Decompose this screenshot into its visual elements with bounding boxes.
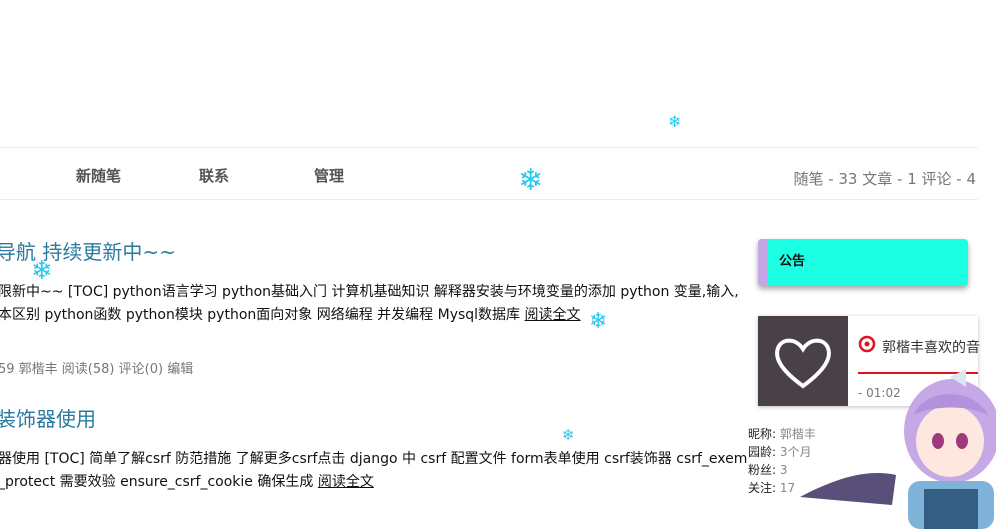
post-title-1[interactable]: 导航 持续更新中~~: [0, 236, 176, 265]
nav-admin[interactable]: 管理: [314, 165, 344, 186]
profile-value: 17: [779, 481, 796, 495]
post-summary-1-line2: 本区别 python函数 python模块 python面向对象 网络编程 并发…: [0, 304, 581, 327]
profile-following: 关注: 17: [748, 479, 795, 496]
snowflake-icon: ❄: [31, 256, 53, 286]
read-more-link-1[interactable]: 阅读全文: [525, 307, 581, 323]
profile-label: 园龄:: [748, 445, 777, 459]
snowflake-icon: ❄: [589, 309, 608, 334]
post-title-2[interactable]: 装饰器使用: [0, 403, 96, 432]
profile-value: 3: [779, 463, 788, 477]
snowflake-icon: ❄: [518, 163, 544, 198]
post-meta-text-1: 59 郭楷丰 阅读(58) 评论(0): [0, 362, 164, 377]
read-more-link-2[interactable]: 阅读全文: [318, 474, 374, 490]
post-meta-1: 59 郭楷丰 阅读(58) 评论(0) 编辑: [0, 358, 193, 377]
mascot-image: [800, 369, 996, 529]
profile-label: 关注:: [748, 481, 777, 495]
post-summary-2-text: _protect 需要效验 ensure_csrf_cookie 确保生成: [0, 474, 314, 490]
netease-music-icon: [858, 335, 876, 357]
notice-title: 公告: [779, 254, 806, 269]
nav-contact[interactable]: 联系: [199, 165, 229, 186]
post-summary-2-line1: 器使用 [TOC] 简单了解csrf 防范措施 了解更多csrf点击 djang…: [0, 451, 748, 467]
snowflake-icon: ❄: [562, 426, 575, 444]
edit-link-1[interactable]: 编辑: [167, 362, 193, 377]
blog-stats: 随笔 - 33 文章 - 1 评论 - 4: [793, 170, 976, 188]
post-summary-2-line2: _protect 需要效验 ensure_csrf_cookie 确保生成 阅读…: [0, 471, 374, 494]
profile-label: 昵称:: [748, 427, 777, 441]
player-song-title: 郭楷丰喜欢的音: [882, 340, 980, 356]
post-summary-1-line1: 限新中~~ [TOC] python语言学习 python基础入门 计算机基础知…: [0, 284, 739, 300]
nav-new-post[interactable]: 新随笔: [76, 165, 121, 186]
profile-label: 粉丝:: [748, 463, 777, 477]
snowflake-icon: ❄: [668, 112, 682, 131]
profile-followers: 粉丝: 3: [748, 461, 788, 478]
post-summary-1-text: 本区别 python函数 python模块 python面向对象 网络编程 并发…: [0, 307, 521, 323]
